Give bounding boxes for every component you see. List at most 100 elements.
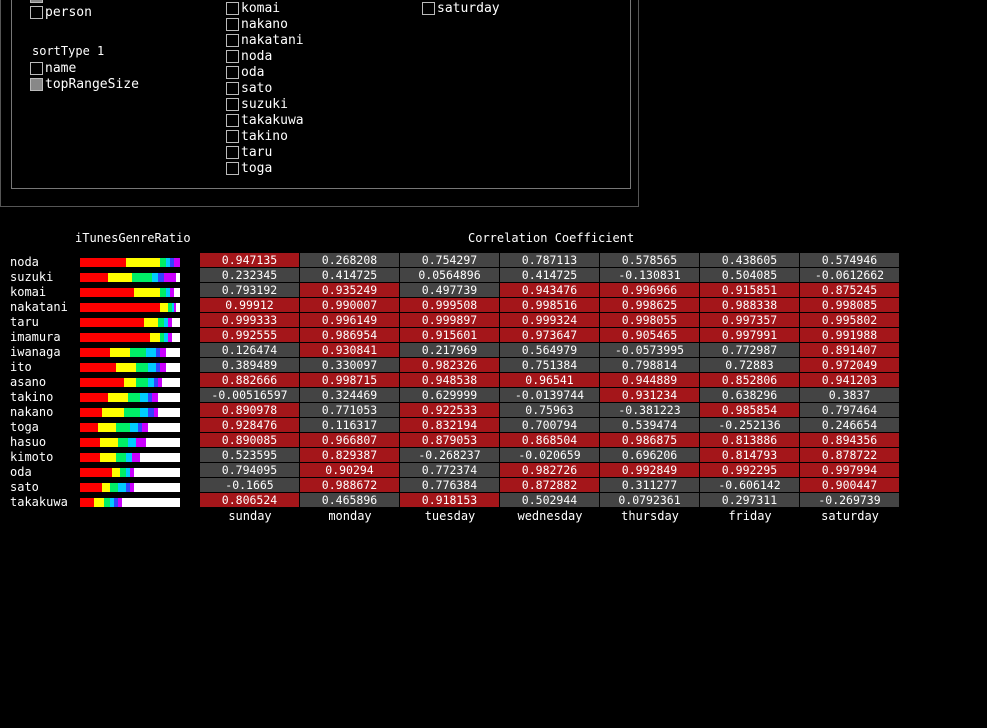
checkbox-box[interactable] [226, 145, 239, 159]
genre-ratio-bar [80, 498, 180, 507]
checkbox-box[interactable] [226, 33, 239, 47]
correlation-cell: 0.116317 [300, 418, 399, 432]
checkbox-noda[interactable]: noda [226, 48, 272, 64]
correlation-cell: 0.998516 [500, 298, 599, 312]
correlation-cell: 0.771053 [300, 403, 399, 417]
correlation-cell: 0.798814 [600, 358, 699, 372]
genre-segment [80, 468, 112, 477]
correlation-cell: 0.878722 [800, 448, 899, 462]
genre-segment [100, 453, 116, 462]
checkbox-label: name [45, 60, 77, 76]
checkbox-box[interactable] [226, 97, 239, 111]
correlation-cell: -0.0139744 [500, 388, 599, 402]
checkbox-label: nakano [241, 16, 288, 32]
correlation-cell: 0.814793 [700, 448, 799, 462]
day-label-monday: monday [328, 509, 372, 523]
checkbox-box[interactable] [226, 1, 239, 15]
genre-segment [126, 258, 160, 267]
correlation-cell: 0.928476 [200, 418, 299, 432]
correlation-cell: 0.922533 [400, 403, 499, 417]
settings-panel: weekperson sortType 1 nametopRangeSize koma… [11, 0, 631, 189]
genre-segment [110, 483, 118, 492]
correlation-cell: 0.997994 [800, 463, 899, 477]
correlation-cell: 0.988338 [700, 298, 799, 312]
sort-type-label: sortType 1 [32, 44, 105, 58]
checkbox-label: noda [241, 48, 273, 64]
checkbox-suzuki[interactable]: suzuki [226, 96, 288, 112]
checkbox-oda[interactable]: oda [226, 64, 264, 80]
checkbox-taru[interactable]: taru [226, 144, 272, 160]
checkbox-box[interactable] [30, 5, 43, 19]
checkbox-box[interactable] [30, 0, 43, 3]
genre-segment [148, 423, 180, 432]
row-name: sato [10, 480, 39, 494]
checkbox-box[interactable] [30, 77, 43, 91]
genre-segment [158, 408, 180, 417]
checkbox-box[interactable] [226, 49, 239, 63]
checkbox-sato[interactable]: sato [226, 80, 272, 96]
checkbox-box[interactable] [422, 1, 435, 15]
checkbox-box[interactable] [226, 81, 239, 95]
genre-segment [130, 348, 146, 357]
correlation-cell: 0.872882 [500, 478, 599, 492]
correlation-cell: 0.944889 [600, 373, 699, 387]
correlation-cell: 0.638296 [700, 388, 799, 402]
checkbox-komai[interactable]: komai [226, 0, 280, 16]
checkbox-box[interactable] [226, 161, 239, 175]
correlation-cell: 0.772374 [400, 463, 499, 477]
genre-segment [80, 273, 108, 282]
row-name: komai [10, 285, 47, 299]
checkbox-topRangeSize[interactable]: topRangeSize [30, 76, 139, 92]
genre-segment [136, 363, 148, 372]
correlation-cell: 0.751384 [500, 358, 599, 372]
checkbox-nakano[interactable]: nakano [226, 16, 288, 32]
row-name: asano [10, 375, 47, 389]
correlation-cell: 0.988672 [300, 478, 399, 492]
correlation-cell: -0.00516597 [200, 388, 299, 402]
genre-segment [108, 393, 128, 402]
checkbox-label: topRangeSize [45, 76, 139, 92]
checkbox-toga[interactable]: toga [226, 160, 272, 176]
checkbox-box[interactable] [226, 65, 239, 79]
correlation-cell: 0.813886 [700, 433, 799, 447]
correlation-cell: 0.246654 [800, 418, 899, 432]
correlation-cell: 0.986875 [600, 433, 699, 447]
correlation-cell: 0.90294 [300, 463, 399, 477]
checkbox-nakatani[interactable]: nakatani [226, 32, 304, 48]
checkbox-label: nakatani [241, 32, 304, 48]
genre-segment [136, 378, 148, 387]
correlation-cell: 0.794095 [200, 463, 299, 477]
checkbox-box[interactable] [226, 17, 239, 31]
correlation-cell: 0.935249 [300, 283, 399, 297]
checkbox-saturday[interactable]: saturday [422, 0, 500, 16]
row-name: hasuo [10, 435, 47, 449]
correlation-cell: 0.991988 [800, 328, 899, 342]
checkbox-label: toga [241, 160, 273, 176]
genre-segment [80, 378, 124, 387]
correlation-cell: 0.578565 [600, 253, 699, 267]
correlation-cell: 0.930841 [300, 343, 399, 357]
genre-segment [94, 498, 104, 507]
genre-segment [134, 483, 180, 492]
genre-segment [174, 288, 180, 297]
correlation-cell: -0.606142 [700, 478, 799, 492]
genre-segment [128, 438, 136, 447]
checkbox-box[interactable] [226, 113, 239, 127]
checkbox-takino[interactable]: takino [226, 128, 288, 144]
genre-ratio-bar [80, 303, 180, 312]
row-name: takino [10, 390, 54, 404]
correlation-cell: 0.696206 [600, 448, 699, 462]
checkbox-box[interactable] [30, 61, 43, 75]
correlation-cell: 0.999508 [400, 298, 499, 312]
genre-ratio-bar [80, 438, 180, 447]
checkbox-label: sato [241, 80, 273, 96]
row-name: toga [10, 420, 39, 434]
correlation-cell: 0.992555 [200, 328, 299, 342]
genre-segment [80, 408, 102, 417]
checkbox-takakuwa[interactable]: takakuwa [226, 112, 304, 128]
genre-segment [134, 288, 160, 297]
checkbox-person[interactable]: person [30, 4, 92, 20]
genre-segment [124, 408, 140, 417]
checkbox-name[interactable]: name [30, 60, 76, 76]
checkbox-box[interactable] [226, 129, 239, 143]
